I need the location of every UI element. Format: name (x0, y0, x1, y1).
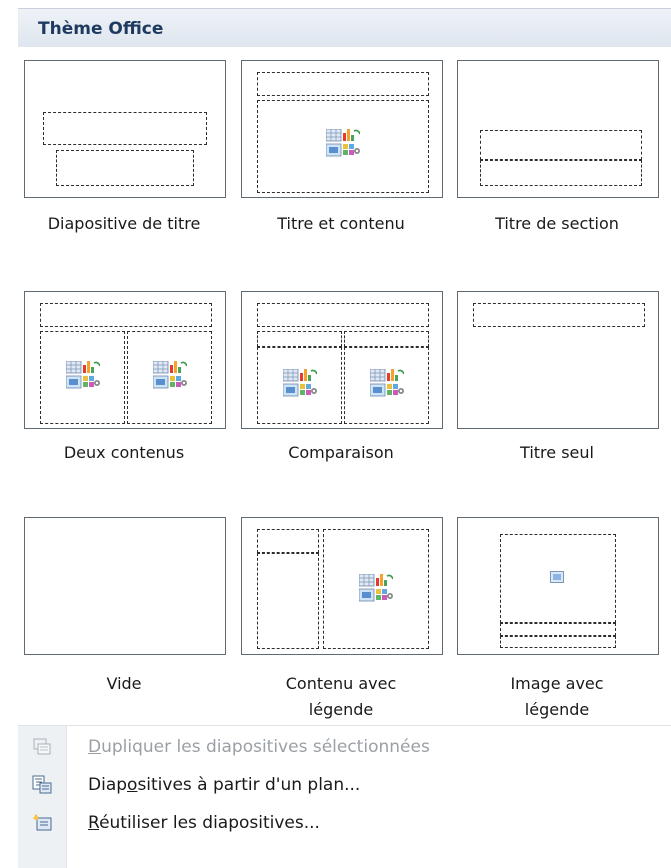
menu-separator (18, 725, 671, 726)
menu-item-label: Réutiliser les diapositives... (88, 813, 320, 833)
layout-label: Deux contenus (63, 443, 185, 462)
layout-comparison[interactable] (241, 291, 443, 429)
layout-label: Vide (106, 674, 142, 693)
text-placeholder (480, 160, 642, 186)
layout-label: Titre seul (520, 443, 594, 462)
slides-from-outline-icon (32, 775, 52, 794)
layout-label: Titre de section (495, 214, 619, 233)
menu-item-slides-from-outline[interactable]: Diapositives à partir d'un plan... (18, 766, 671, 804)
layout-label-line: légende (524, 700, 590, 719)
title-placeholder (257, 72, 429, 96)
title-placeholder (480, 130, 642, 160)
layout-label-line: Contenu avec (285, 674, 397, 693)
text-placeholder (257, 553, 319, 649)
title-placeholder (257, 303, 429, 327)
subtitle-placeholder (56, 150, 194, 186)
layout-section-header[interactable] (457, 60, 659, 198)
layout-label: Titre et contenu (277, 214, 405, 233)
title-placeholder (257, 529, 319, 553)
content-object-icon (283, 369, 317, 397)
layout-two-content[interactable] (24, 291, 226, 429)
layout-gallery: Diapositive de titre Titre et contenu Ti… (0, 47, 671, 727)
content-object-icon (326, 129, 360, 157)
picture-icon (550, 571, 564, 583)
text-placeholder (500, 636, 616, 648)
duplicate-slides-icon (33, 738, 51, 755)
menu-item-label: Diapositives à partir d'un plan... (88, 775, 361, 795)
menu-item-duplicate-slides[interactable]: Dupliquer les diapositives sélectionnées (18, 728, 671, 766)
content-object-icon (153, 361, 187, 389)
title-placeholder (473, 303, 645, 327)
menu-item-label: Dupliquer les diapositives sélectionnées (88, 737, 430, 757)
content-object-icon (370, 369, 404, 397)
layout-content-with-caption[interactable] (241, 517, 443, 655)
theme-title: Thème Office (38, 19, 164, 39)
content-object-icon (66, 361, 100, 389)
layout-label: Comparaison (288, 443, 394, 462)
layout-picture-with-caption[interactable] (457, 517, 659, 655)
layout-title-only[interactable] (457, 291, 659, 429)
heading-placeholder-left (257, 331, 342, 347)
layout-title-slide[interactable] (24, 60, 226, 198)
content-object-icon (359, 574, 393, 602)
title-placeholder (40, 303, 212, 327)
title-placeholder (43, 112, 207, 145)
heading-placeholder-right (344, 331, 429, 347)
reuse-slides-icon (33, 814, 52, 831)
layout-label-line: Image avec (510, 674, 604, 693)
layout-title-and-content[interactable] (241, 60, 443, 198)
layout-blank[interactable] (24, 517, 226, 655)
layout-label: Image avec légende (451, 671, 663, 723)
layout-label-line: légende (308, 700, 374, 719)
layout-label: Contenu avec légende (235, 671, 447, 723)
title-placeholder (500, 623, 616, 636)
menu-item-reuse-slides[interactable]: Réutiliser les diapositives... (18, 804, 671, 842)
layout-label: Diapositive de titre (47, 214, 201, 233)
gallery-header: Thème Office (18, 8, 671, 48)
